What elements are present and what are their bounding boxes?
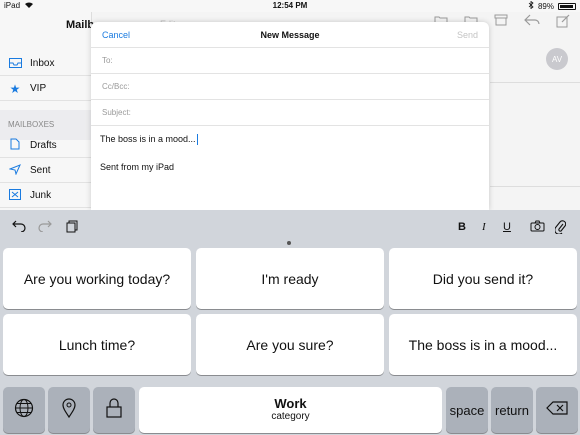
undo-icon[interactable] (12, 220, 26, 235)
sidebar-item-inbox[interactable]: Inbox (0, 52, 92, 76)
backspace-key[interactable] (536, 387, 578, 433)
compose-header: Cancel New Message Send (91, 22, 489, 48)
sidebar-item-vip[interactable]: ★ VIP (0, 77, 92, 101)
sidebar-item-label: Sent (30, 165, 51, 176)
globe-key[interactable] (3, 387, 45, 433)
phrase-key[interactable]: Are you working today? (3, 248, 191, 309)
text-cursor (196, 134, 198, 146)
junk-icon (0, 188, 30, 203)
star-icon: ★ (9, 81, 21, 96)
return-label: return (495, 402, 529, 418)
send-button[interactable]: Send (457, 30, 478, 40)
reply-icon[interactable] (524, 14, 540, 31)
phrase-key[interactable]: The boss is in a mood... (389, 314, 577, 375)
compose-title: New Message (260, 30, 320, 40)
battery-icon (558, 2, 576, 10)
phrase-key[interactable]: I'm ready (196, 248, 384, 309)
category-spacebar[interactable]: Work category (139, 387, 442, 433)
location-key[interactable] (48, 387, 90, 433)
avatar: AV (546, 48, 568, 70)
to-field[interactable]: To: (91, 48, 489, 74)
compose-sheet: Cancel New Message Send To: Cc/Bcc: Subj… (91, 22, 489, 210)
sidebar-item-drafts[interactable]: Drafts (0, 134, 92, 158)
category-subtitle: category (271, 411, 310, 422)
paperclip-icon[interactable] (554, 220, 567, 237)
status-bar: iPad 12:54 PM 89% (0, 0, 580, 12)
backspace-icon (546, 400, 568, 420)
paper-plane-icon (0, 163, 30, 178)
category-title: Work (274, 396, 307, 411)
divider (490, 186, 580, 187)
divider (490, 82, 580, 83)
sidebar-item-label: Junk (30, 190, 52, 201)
inbox-icon (0, 57, 30, 71)
subject-field[interactable]: Subject: (91, 100, 489, 126)
return-key[interactable]: return (491, 387, 533, 433)
bluetooth-icon (528, 0, 534, 11)
archive-icon[interactable] (494, 14, 508, 31)
redo-icon[interactable] (38, 220, 52, 235)
location-pin-icon (62, 397, 76, 423)
sidebar-item-label: VIP (30, 83, 47, 94)
sidebar-item-label: Drafts (30, 140, 57, 151)
phrase-key[interactable]: Did you send it? (389, 248, 577, 309)
phrase-key[interactable]: Lunch time? (3, 314, 191, 375)
underline-button[interactable]: U (503, 221, 511, 233)
italic-button[interactable]: I (482, 221, 486, 233)
document-icon (0, 138, 30, 153)
mailbox-sidebar: Mailboxes Inbox ★ VIP MAILBOXES Drafts S… (0, 12, 119, 210)
sidebar-item-sent[interactable]: Sent (0, 159, 92, 183)
bold-button[interactable]: B (458, 221, 466, 233)
sidebar-item-junk[interactable]: Junk (0, 184, 92, 208)
paste-icon[interactable] (66, 220, 78, 236)
lock-key[interactable] (93, 387, 135, 433)
camera-icon[interactable] (530, 220, 545, 235)
globe-icon (14, 398, 34, 423)
shortcut-bar: B I U (0, 210, 580, 244)
message-text: The boss is in a mood... (100, 134, 196, 144)
space-key[interactable]: space (446, 387, 488, 433)
mailboxes-header: MAILBOXES (8, 120, 55, 129)
phrase-key[interactable]: Are you sure? (196, 314, 384, 375)
space-label: space (449, 402, 485, 418)
battery-percent: 89% (537, 1, 554, 11)
lock-icon (106, 397, 122, 423)
message-body[interactable]: The boss is in a mood... (91, 126, 489, 146)
clock: 12:54 PM (272, 1, 308, 10)
signature: Sent from my iPad (100, 162, 175, 173)
sidebar-item-label: Inbox (30, 58, 55, 69)
compose-icon[interactable] (556, 14, 570, 31)
page-indicator (287, 241, 291, 245)
ccbcc-field[interactable]: Cc/Bcc: (91, 74, 489, 100)
